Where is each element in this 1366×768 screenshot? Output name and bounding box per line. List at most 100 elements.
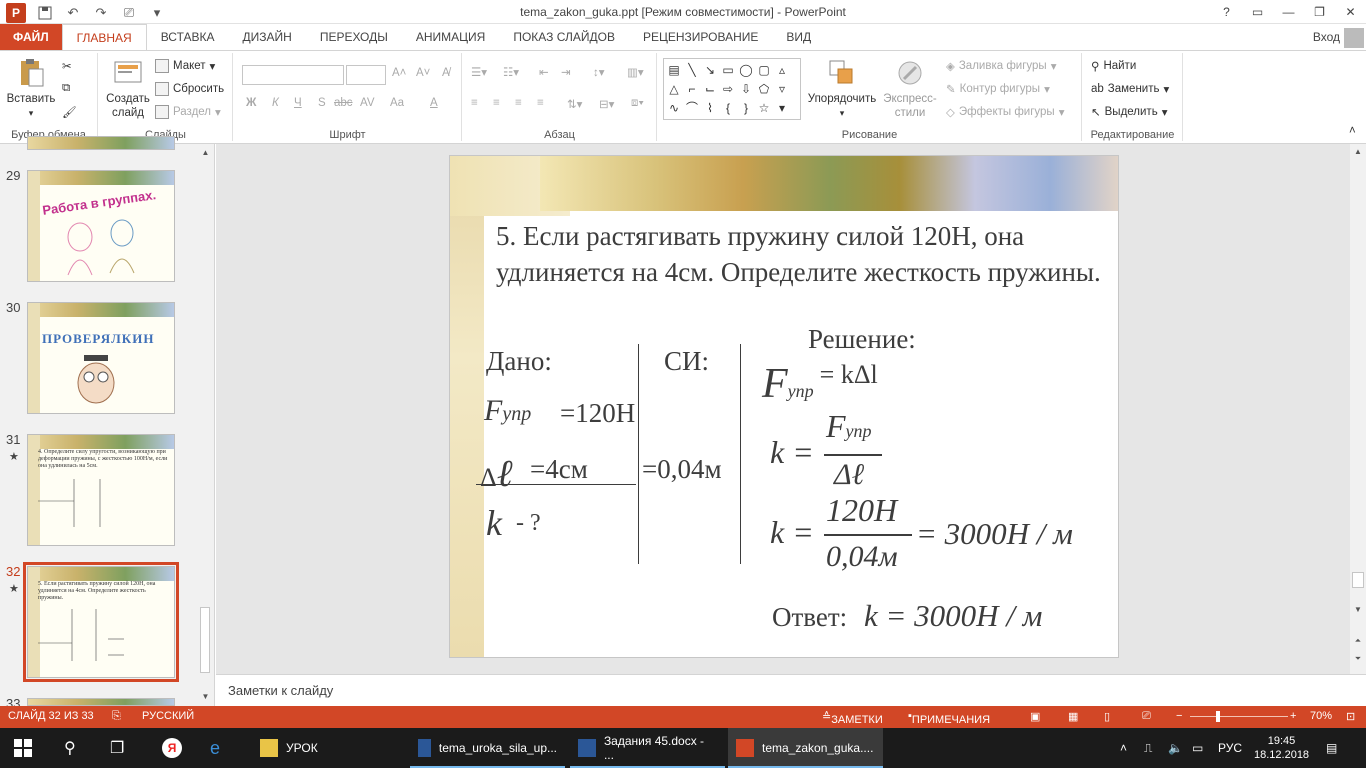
scrollbar-thumb[interactable] [1352, 572, 1364, 588]
tab-view[interactable]: ВИД [772, 24, 825, 50]
replace-button[interactable]: ab Заменить ▾ [1091, 82, 1169, 96]
keyboard-language[interactable]: РУС [1218, 728, 1242, 768]
thumbnail-slide-31[interactable]: 4. Определите силу упругости, возникающу… [27, 434, 175, 546]
cut-icon[interactable]: ✂ [62, 59, 72, 73]
thumbnail-slide-33-partial[interactable] [27, 698, 175, 706]
line-shape-icon[interactable]: ╲ [683, 60, 701, 79]
problem-text[interactable]: 5. Если растягивать пружину силой 120Н, … [496, 218, 1106, 290]
freeform-shape-icon[interactable]: ⌇ [701, 98, 719, 117]
triangle-down-icon[interactable]: ▿ [773, 79, 791, 98]
notes-placeholder[interactable]: Заметки к слайду [228, 683, 333, 698]
align-left-icon[interactable]: ≡ [471, 97, 478, 109]
copy-icon[interactable]: ⧉ [62, 82, 70, 95]
connector-shape-icon[interactable]: ⌐ [683, 79, 701, 98]
restore-icon[interactable]: ❐ [1304, 0, 1335, 24]
select-button[interactable]: ↖ Выделить ▾ [1091, 105, 1167, 119]
close-icon[interactable]: ✕ [1335, 0, 1366, 24]
slide-sorter-view-icon[interactable]: ▦ [1068, 710, 1078, 723]
text-direction-icon[interactable]: ⇅▾ [567, 97, 582, 111]
tab-insert[interactable]: ВСТАВКА [147, 24, 229, 50]
tab-file[interactable]: ФАЙЛ [0, 24, 62, 50]
scroll-up-icon[interactable]: ▲ [1350, 144, 1366, 158]
notes-pane[interactable]: Заметки к слайду [216, 674, 1366, 706]
shape-effects-button[interactable]: ◇ Эффекты фигуры ▾ [946, 105, 1064, 119]
curve-shape-icon[interactable]: ∿ [665, 98, 683, 117]
left-brace-icon[interactable]: { [719, 98, 737, 117]
justify-icon[interactable]: ≡ [537, 97, 544, 109]
format-painter-icon[interactable]: 🖌 [62, 105, 77, 119]
slideshow-view-icon[interactable]: ⎚ [1142, 710, 1151, 723]
arrange-button[interactable]: Упорядочить ▾ [804, 57, 880, 120]
tab-animations[interactable]: АНИМАЦИЯ [402, 24, 499, 50]
next-slide-icon[interactable]: ⏷ [1350, 652, 1366, 666]
shape-fill-button[interactable]: ◈ Заливка фигуры ▾ [946, 59, 1056, 73]
battery-icon[interactable]: ▭ [1192, 728, 1203, 768]
collapse-ribbon-icon[interactable]: ˄ [1349, 125, 1356, 137]
search-icon[interactable]: ⚲ [64, 728, 76, 768]
tab-home[interactable]: ГЛАВНАЯ [61, 24, 147, 50]
arc-shape-icon[interactable]: ⌒ [683, 98, 701, 117]
new-slide-button[interactable]: Создать слайд [103, 57, 153, 120]
thumbnail-slide-32[interactable]: 5. Если растягивать пружину силой 120Н, … [23, 562, 179, 682]
smartart-icon[interactable]: ⧈▾ [631, 97, 644, 110]
align-text-icon[interactable]: ⊟▾ [599, 97, 614, 111]
rectangle-shape-icon[interactable]: ▭ [719, 60, 737, 79]
columns-icon[interactable]: ▥▾ [627, 65, 644, 79]
elbow-connector-icon[interactable]: ⌙ [701, 79, 719, 98]
normal-view-icon[interactable]: ▣ [1030, 710, 1040, 723]
taskbar-item-word-2[interactable]: Задания 45.docx - ... [570, 728, 725, 768]
decrease-indent-icon[interactable]: ⇤ [539, 65, 549, 79]
reading-view-icon[interactable]: ▯ [1104, 710, 1110, 723]
strikethrough-button[interactable]: abc [334, 97, 353, 109]
yandex-browser-icon[interactable]: Я [162, 728, 182, 768]
action-center-icon[interactable]: ▤ [1326, 728, 1337, 768]
tray-chevron-icon[interactable]: ˄ [1120, 728, 1127, 768]
triangle-up-icon[interactable]: ▵ [773, 60, 791, 79]
section-button[interactable]: Раздел ▾ [155, 105, 221, 119]
pentagon-shape-icon[interactable]: ⬠ [755, 79, 773, 98]
shape-outline-button[interactable]: ✎ Контур фигуры ▾ [946, 82, 1050, 96]
scrollbar-thumb[interactable] [200, 607, 210, 673]
align-right-icon[interactable]: ≡ [515, 97, 522, 109]
spellcheck-icon[interactable]: ⎘ [112, 710, 121, 723]
ribbon-display-options-icon[interactable]: ▭ [1242, 0, 1273, 24]
help-icon[interactable]: ? [1211, 0, 1242, 24]
taskbar-item-explorer[interactable]: УРОК [252, 728, 326, 768]
triangle-shape-icon[interactable]: △ [665, 79, 683, 98]
oval-shape-icon[interactable]: ◯ [737, 60, 755, 79]
thumbnails-scrollbar[interactable]: ▲ ▼ [198, 145, 213, 703]
thumbnail-slide-29[interactable]: Работа в группах. [27, 170, 175, 282]
bold-button[interactable]: Ж [246, 97, 256, 109]
increase-font-icon[interactable]: A˄ [392, 67, 406, 79]
down-arrow-shape-icon[interactable]: ⇩ [737, 79, 755, 98]
comments-toggle-button[interactable]: ▪ ПРИМЕЧАНИЯ [908, 710, 990, 726]
clock[interactable]: 19:45 18.12.2018 [1254, 728, 1309, 768]
start-button[interactable] [14, 728, 32, 768]
zoom-level[interactable]: 70% [1310, 710, 1332, 722]
align-center-icon[interactable]: ≡ [493, 97, 500, 109]
arrow-shape-icon[interactable]: ↘ [701, 60, 719, 79]
textbox-shape-icon[interactable]: ▤ [665, 60, 683, 79]
font-size-combo[interactable] [346, 65, 386, 85]
minimize-icon[interactable]: — [1273, 0, 1304, 24]
line-spacing-icon[interactable]: ↕▾ [593, 65, 605, 79]
numbering-icon[interactable]: ☷▾ [503, 65, 519, 79]
zoom-in-icon[interactable]: + [1290, 710, 1296, 722]
network-icon[interactable]: ⎍ [1144, 728, 1152, 768]
previous-slide-icon[interactable]: ⏶ [1350, 634, 1366, 648]
layout-button[interactable]: Макет ▾ [155, 59, 215, 73]
volume-icon[interactable]: 🔈 [1168, 728, 1183, 768]
more-shapes-icon[interactable]: ▾ [773, 98, 791, 117]
bullets-icon[interactable]: ☰▾ [471, 65, 487, 79]
scroll-up-icon[interactable]: ▲ [198, 145, 213, 159]
fit-slide-icon[interactable]: ⊡ [1346, 710, 1355, 723]
reset-button[interactable]: Сбросить [155, 82, 224, 96]
taskbar-item-word-1[interactable]: tema_uroka_sila_up... [410, 728, 565, 768]
increase-indent-icon[interactable]: ⇥ [561, 65, 571, 79]
language-indicator[interactable]: РУССКИЙ [142, 710, 194, 722]
current-slide[interactable]: 5. Если растягивать пружину силой 120Н, … [449, 155, 1119, 658]
avatar[interactable] [1344, 28, 1364, 48]
scroll-down-icon[interactable]: ▼ [198, 689, 213, 703]
shapes-gallery[interactable]: ▤ ╲ ↘ ▭ ◯ ▢ ▵ △ ⌐ ⌙ ⇨ ⇩ ⬠ ▿ ∿ ⌒ ⌇ { } ☆ … [663, 58, 801, 120]
sign-in-link[interactable]: Вход [1313, 30, 1340, 44]
